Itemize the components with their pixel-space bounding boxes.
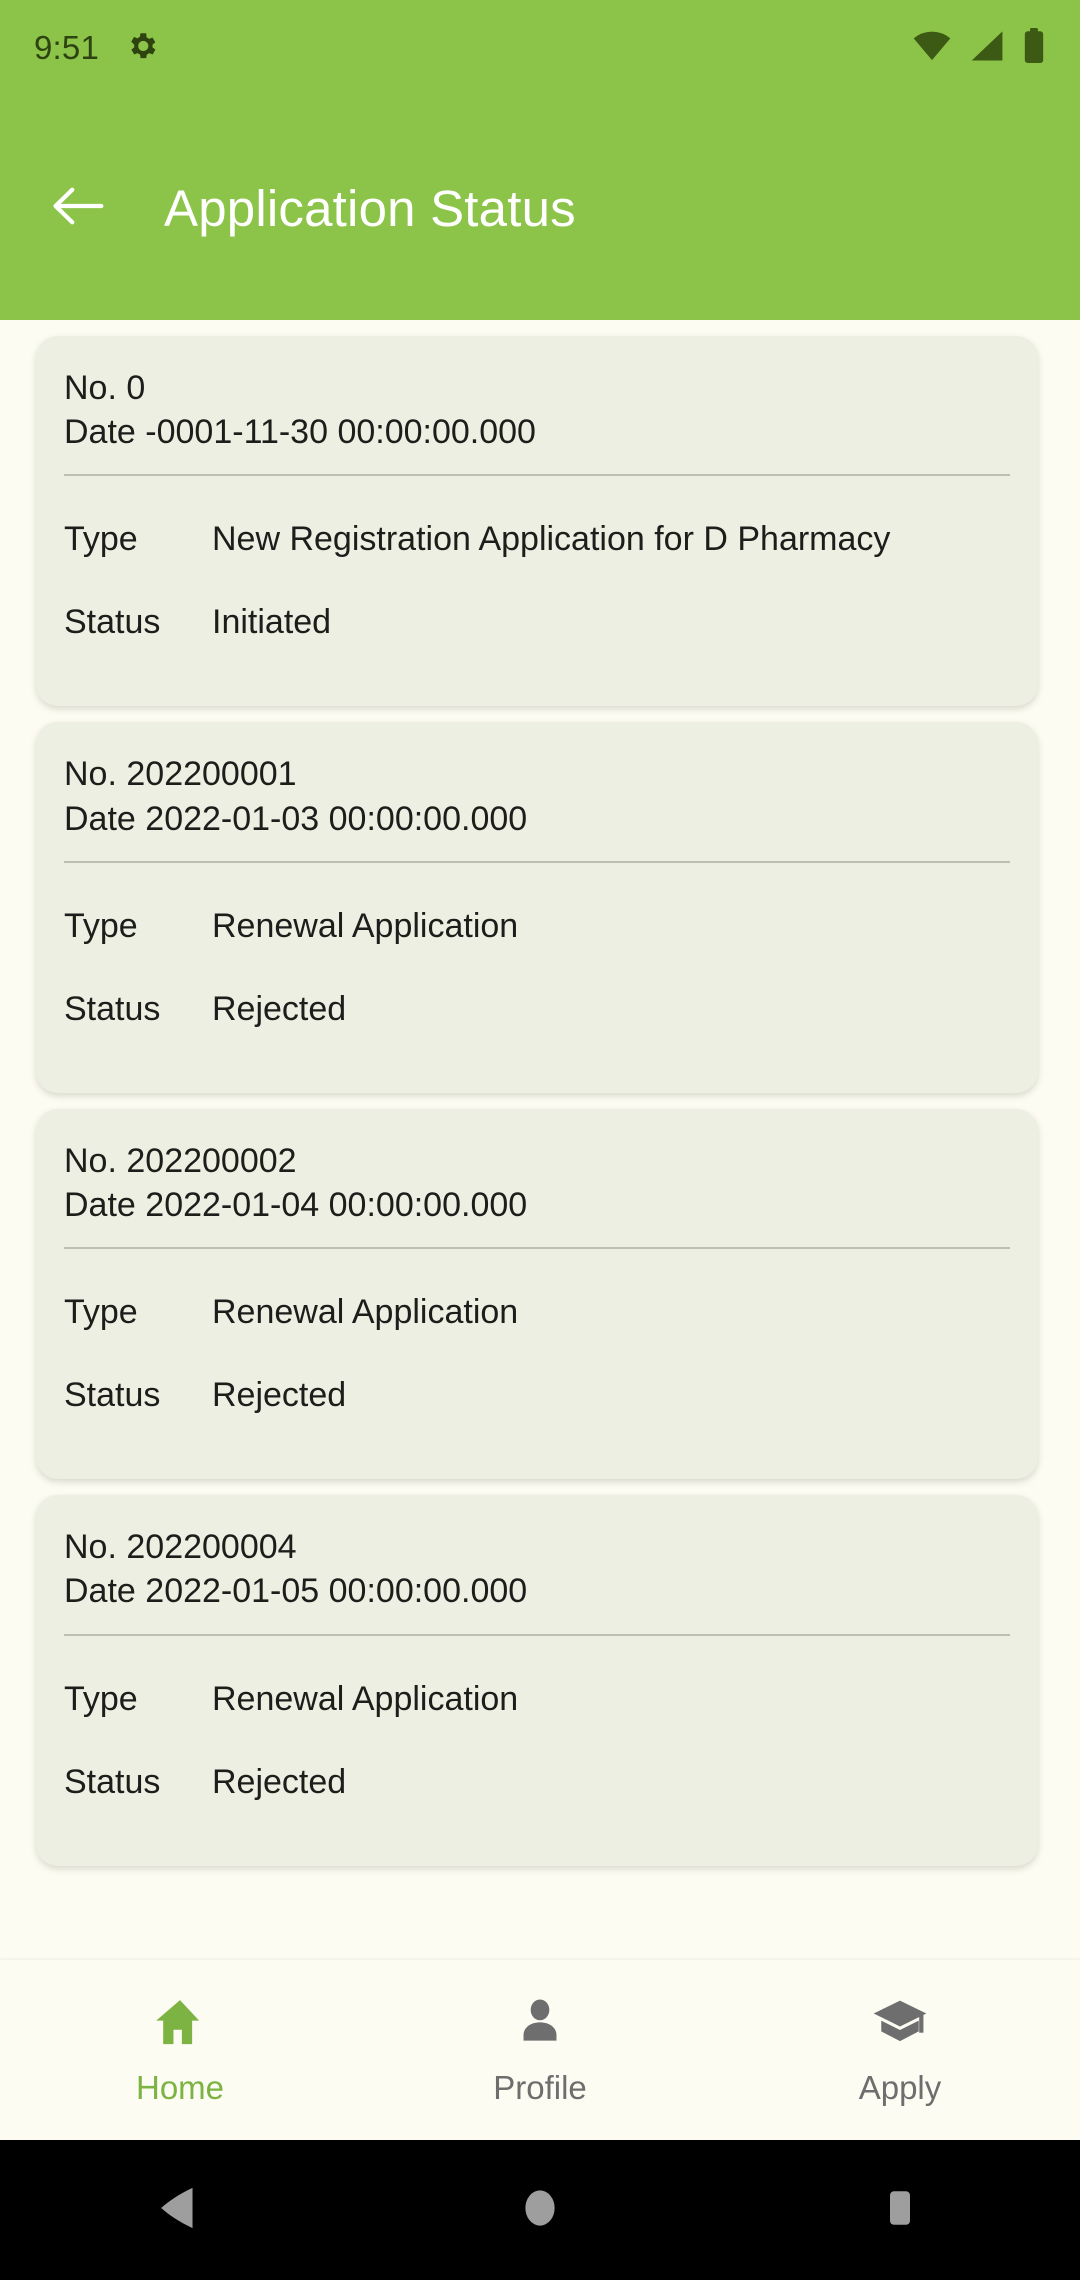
card-header: No. 0 Date -0001-11-30 00:00:00.000 [64,360,1010,472]
application-date-line: Date 2022-01-04 00:00:00.000 [64,1183,1010,1227]
system-home-button[interactable] [360,2185,720,2236]
application-status-row: Status Initiated [64,559,1010,642]
phone-screen: 9:51 Application Status No. 0 Date -0001… [0,0,1080,2280]
card-footer-space [64,1415,1010,1449]
bottom-navigation: Home Profile Apply [0,1960,1080,2140]
wifi-icon [912,29,952,68]
nav-item-home[interactable]: Home [0,1994,360,2107]
square-recents-icon [880,2185,920,2236]
application-type-value: New Registration Application for D Pharm… [212,520,891,559]
application-status-value: Rejected [212,1762,347,1801]
card-footer-space [64,1029,1010,1063]
application-number-value: 202200001 [126,755,297,794]
application-status-value: Rejected [212,1376,347,1415]
application-number-label: No. [64,369,117,407]
nav-label-profile: Profile [493,2068,587,2106]
application-type-value: Renewal Application [212,906,519,945]
system-recents-button[interactable] [720,2185,1080,2236]
application-status-row: Status Rejected [64,1332,1010,1415]
application-date-label: Date [64,413,136,452]
nav-item-profile[interactable]: Profile [360,1994,720,2107]
application-date-value: 2022-01-03 00:00:00.000 [145,799,528,838]
application-status-label: Status [64,989,161,1028]
status-bar-left: 9:51 [34,29,159,68]
application-number-value: 202200002 [126,1141,297,1180]
application-type-row: Type Renewal Application [64,1249,1010,1332]
application-number-line: No. 202200004 [64,1525,1010,1569]
nav-item-apply[interactable]: Apply [720,1994,1080,2107]
triangle-back-icon [159,2185,201,2236]
application-type-label: Type [64,906,138,945]
application-status-label: Status [64,1376,161,1415]
card-header: No. 202200002 Date 2022-01-04 00:00:00.0… [64,1133,1010,1245]
application-status-value: Initiated [212,603,332,642]
application-date-label: Date [64,799,136,838]
application-number-line: No. 202200001 [64,752,1010,796]
circle-home-icon [519,2185,561,2236]
application-number-label: No. [64,755,117,794]
application-type-value: Renewal Application [212,1679,519,1718]
cellular-signal-icon [968,29,1006,68]
android-system-nav [0,2140,1080,2280]
system-back-button[interactable] [0,2185,360,2236]
application-date-line: Date 2022-01-03 00:00:00.000 [64,797,1010,841]
application-number-label: No. [64,1141,117,1180]
application-status-label: Status [64,603,161,642]
application-number-line: No. 202200002 [64,1139,1010,1183]
application-date-label: Date [64,1185,136,1224]
application-number-value: 0 [126,369,146,407]
battery-icon [1022,27,1046,69]
application-type-label: Type [64,1679,138,1718]
application-type-label: Type [64,520,138,559]
status-bar: 9:51 [0,0,1080,96]
status-bar-right [912,27,1046,69]
card-header: No. 202200001 Date 2022-01-03 00:00:00.0… [64,746,1010,858]
application-card[interactable]: No. 202200001 Date 2022-01-03 00:00:00.0… [36,722,1038,1093]
application-number-label: No. [64,1528,117,1567]
application-type-row: Type New Registration Application for D … [64,476,1010,559]
application-card[interactable]: No. 202200004 Date 2022-01-05 00:00:00.0… [36,1495,1038,1866]
graduation-cap-icon [871,1994,929,2055]
card-footer-space [64,642,1010,676]
application-date-line: Date 2022-01-05 00:00:00.000 [64,1569,1010,1613]
application-status-row: Status Rejected [64,946,1010,1029]
application-number-line: No. 0 [64,366,1010,410]
application-type-row: Type Renewal Application [64,863,1010,946]
application-type-value: Renewal Application [212,1293,519,1332]
person-icon [514,1994,566,2055]
page-title: Application Status [164,179,576,237]
application-date-value: 2022-01-05 00:00:00.000 [145,1572,528,1611]
nav-label-apply: Apply [858,2068,942,2106]
application-number-value: 202200004 [126,1528,297,1567]
home-icon [152,1994,208,2055]
arrow-left-icon [49,181,111,236]
card-footer-space [64,1802,1010,1836]
back-button[interactable] [20,148,140,268]
application-date-value: -0001-11-30 00:00:00.000 [145,413,536,452]
application-type-label: Type [64,1293,138,1332]
application-list[interactable]: No. 0 Date -0001-11-30 00:00:00.000 Type… [0,320,1080,1960]
application-status-row: Status Rejected [64,1719,1010,1802]
application-date-line: Date -0001-11-30 00:00:00.000 [64,410,1010,454]
application-type-row: Type Renewal Application [64,1636,1010,1719]
card-header: No. 202200004 Date 2022-01-05 00:00:00.0… [64,1519,1010,1631]
application-date-label: Date [64,1572,136,1611]
application-status-label: Status [64,1762,161,1801]
app-bar: Application Status [0,96,1080,320]
application-status-value: Rejected [212,989,347,1028]
nav-label-home: Home [135,2068,225,2106]
status-clock: 9:51 [34,29,100,66]
application-card[interactable]: No. 0 Date -0001-11-30 00:00:00.000 Type… [36,336,1038,707]
gear-icon [125,29,159,68]
application-card[interactable]: No. 202200002 Date 2022-01-04 00:00:00.0… [36,1108,1038,1480]
application-date-value: 2022-01-04 00:00:00.000 [145,1185,528,1224]
